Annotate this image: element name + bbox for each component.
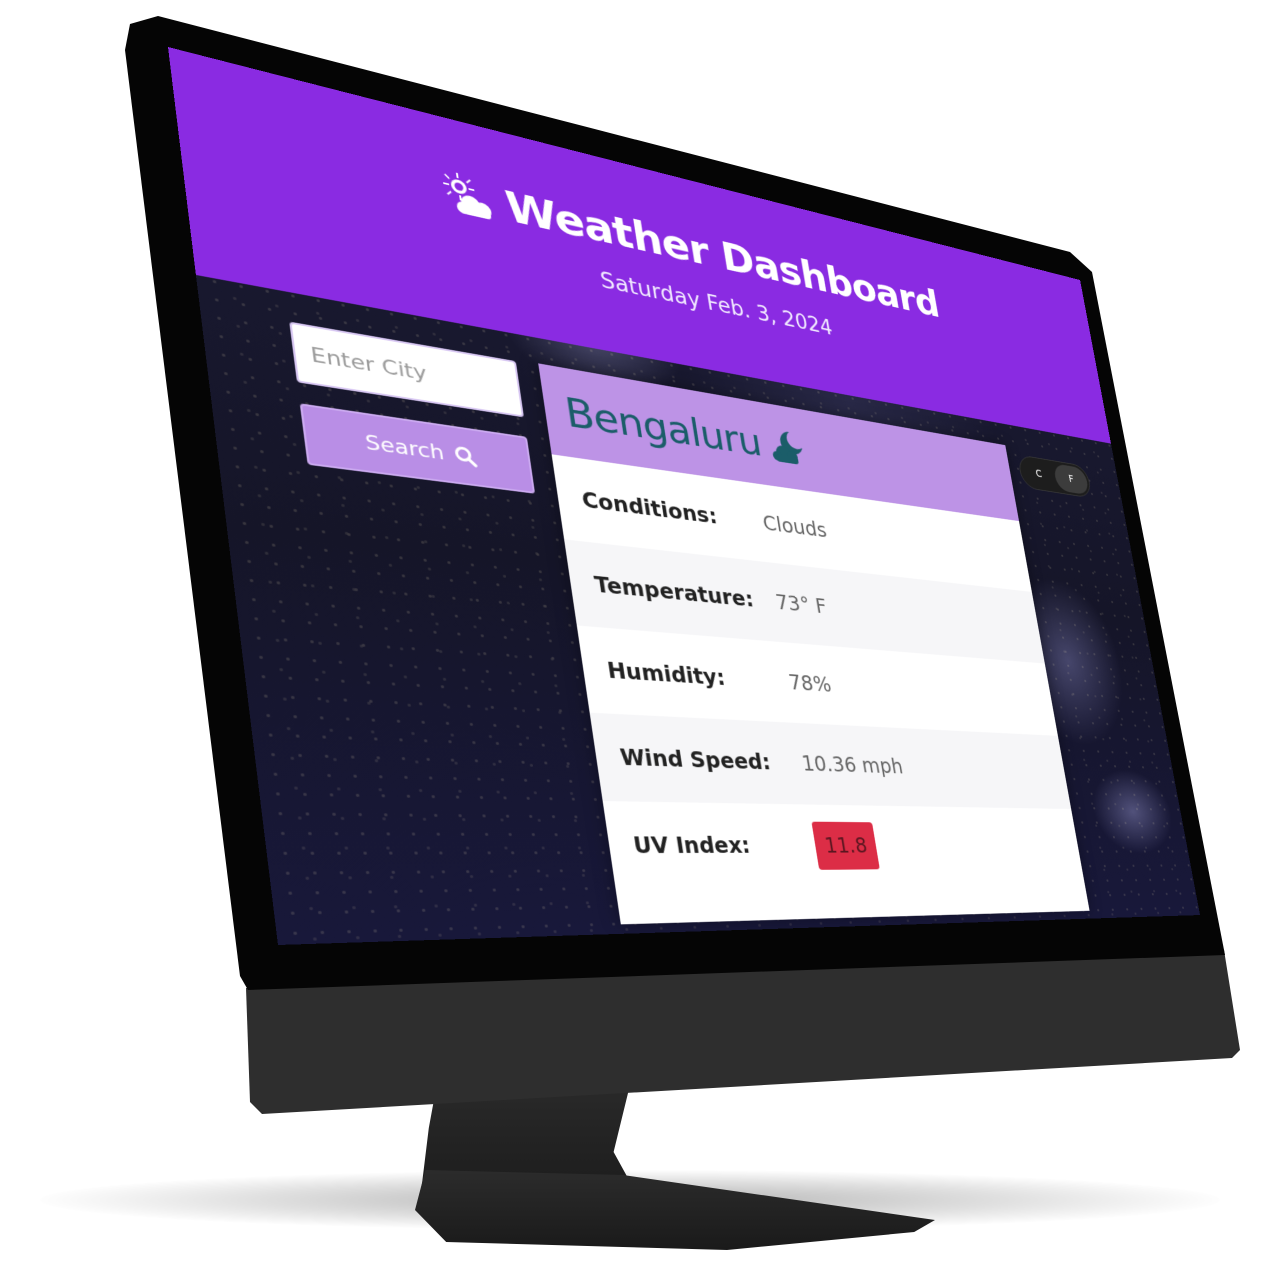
monitor-screen: Weather Dashboard Saturday Feb. 3, 2024 … xyxy=(168,47,1201,945)
search-button-label: Search xyxy=(363,430,446,465)
conditions-value: Clouds xyxy=(761,511,829,543)
wind-speed-value: 10.36 mph xyxy=(800,751,905,779)
uv-index-badge: 11.8 xyxy=(811,821,881,870)
cloud-moon-icon xyxy=(772,430,804,465)
wind-speed-label: Wind Speed: xyxy=(618,744,773,775)
app-window: Weather Dashboard Saturday Feb. 3, 2024 … xyxy=(168,47,1201,945)
humidity-label: Humidity: xyxy=(605,657,727,691)
humidity-value: 78% xyxy=(786,670,834,697)
city-name: Bengaluru xyxy=(561,388,765,465)
temperature-value: 73° F xyxy=(773,590,829,619)
uv-index-label: UV Index: xyxy=(631,832,752,859)
magnifier-icon xyxy=(453,445,478,468)
conditions-label: Conditions: xyxy=(580,487,719,529)
sun-cloud-icon xyxy=(442,172,493,221)
monitor-mockup: Weather Dashboard Saturday Feb. 3, 2024 … xyxy=(0,0,1280,1280)
temperature-label: Temperature: xyxy=(592,572,756,612)
uv-index-row: UV Index: 11.8 xyxy=(603,801,1085,890)
